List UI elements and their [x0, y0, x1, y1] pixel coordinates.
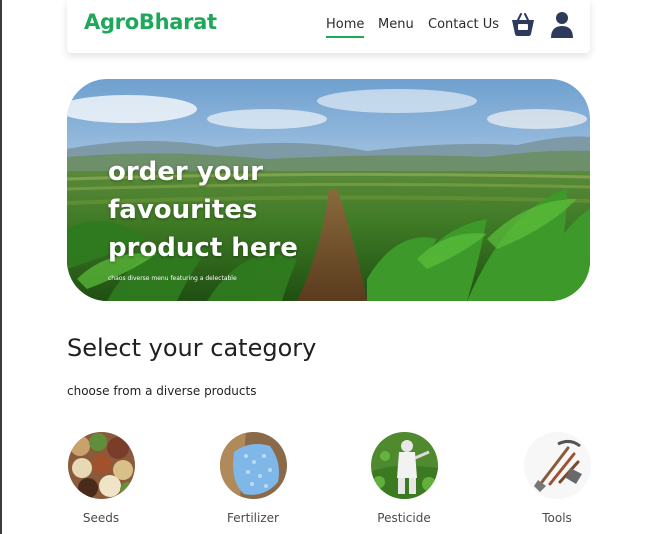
- category-label-fertilizer[interactable]: Fertilizer: [203, 511, 303, 525]
- section-title: Select your category: [67, 334, 317, 362]
- seeds-image[interactable]: [67, 432, 135, 499]
- brand-logo[interactable]: AgroBharat: [84, 10, 217, 34]
- hero-subtitle: chaos diverse menu featuring a delectabl…: [108, 275, 237, 282]
- navbar: AgroBharat Home Menu Contact Us: [67, 0, 590, 53]
- category-seeds[interactable]: Seeds: [51, 432, 151, 525]
- nav-link-home[interactable]: Home: [326, 17, 365, 38]
- nav-link-menu[interactable]: Menu: [378, 17, 414, 32]
- category-pesticide[interactable]: Pesticide: [354, 432, 454, 525]
- hero-title: order your favourites product here: [108, 157, 298, 263]
- hero-banner: order your favourites product here chaos…: [67, 79, 590, 301]
- category-fertilizer[interactable]: Fertilizer: [203, 432, 303, 525]
- category-label-tools[interactable]: Tools: [507, 511, 607, 525]
- category-label-pesticide[interactable]: Pesticide: [354, 511, 454, 525]
- shopping-basket-icon[interactable]: [510, 11, 536, 37]
- category-tools[interactable]: Tools: [507, 432, 607, 525]
- tools-image[interactable]: [523, 432, 591, 499]
- window-edge: [0, 0, 2, 534]
- user-icon[interactable]: [550, 11, 574, 39]
- section-subtitle: choose from a diverse products: [67, 384, 257, 398]
- pesticide-image[interactable]: [370, 432, 438, 499]
- fertilizer-image[interactable]: [219, 432, 287, 499]
- category-label-seeds[interactable]: Seeds: [51, 511, 151, 525]
- nav-link-contact[interactable]: Contact Us: [428, 17, 499, 32]
